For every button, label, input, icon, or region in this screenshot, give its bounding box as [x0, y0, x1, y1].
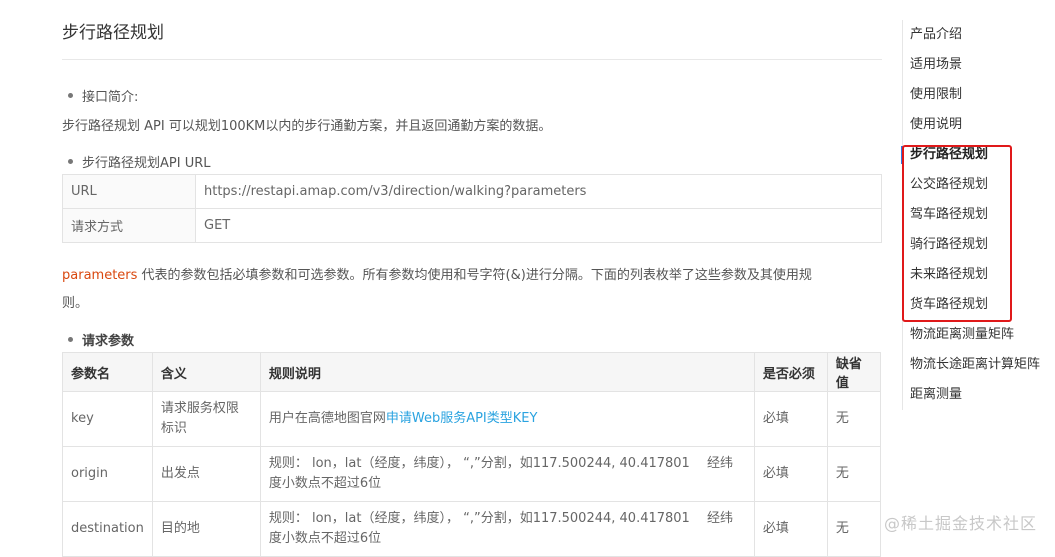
table-row: destination 目的地 规则： lon，lat（经度，纬度）， “,”分… — [62, 501, 881, 557]
url-key: URL — [62, 174, 196, 209]
param-required: 必填 — [753, 446, 828, 502]
parameters-note-line1: 代表的参数包括必填参数和可选参数。所有参数均使用和号字符(&)进行分隔。下面的列… — [137, 268, 812, 283]
param-name: key — [62, 391, 153, 447]
toc-item-truck[interactable]: 货车路径规划 — [903, 290, 1055, 320]
toc-item-distance[interactable]: 距离测量 — [903, 380, 1055, 410]
intro-text: 步行路径规划 API 可以规划100KM以内的步行通勤方案，并且返回通勤方案的数… — [62, 119, 552, 134]
toc-item-usage[interactable]: 使用说明 — [903, 110, 1055, 140]
method-key: 请求方式 — [62, 208, 196, 243]
param-name: destination — [62, 501, 153, 557]
title-divider — [62, 59, 882, 60]
param-rule: 用户在高德地图官网申请Web服务API类型KEY — [259, 391, 755, 447]
table-header-row: 参数名 含义 规则说明 是否必须 缺省值 — [62, 352, 881, 392]
param-meaning: 请求服务权限 标识 — [151, 391, 261, 447]
toc-item-future[interactable]: 未来路径规划 — [903, 260, 1055, 290]
header-required: 是否必须 — [753, 352, 828, 392]
watermark: @稀土掘金技术社区 — [883, 514, 1037, 533]
toc-item-limits[interactable]: 使用限制 — [903, 80, 1055, 110]
param-rule: 规则： lon，lat（经度，纬度）， “,”分割，如117.500244, 4… — [259, 446, 755, 502]
toc-item-scenarios[interactable]: 适用场景 — [903, 50, 1055, 80]
param-meaning: 目的地 — [151, 501, 261, 557]
header-meaning: 含义 — [151, 352, 261, 392]
page-title: 步行路径规划 — [62, 23, 164, 43]
intro-bullet: 接口简介: — [68, 86, 138, 105]
request-params-bullet: 请求参数 — [68, 330, 134, 349]
toc-item-cycling[interactable]: 骑行路径规划 — [903, 230, 1055, 260]
table-of-contents: 产品介绍 适用场景 使用限制 使用说明 步行路径规划 公交路径规划 驾车路径规划… — [901, 20, 1055, 410]
param-default: 无 — [826, 501, 881, 557]
url-table: URL https://restapi.amap.com/v3/directio… — [62, 174, 882, 243]
toc-item-transit[interactable]: 公交路径规划 — [903, 170, 1055, 200]
param-default: 无 — [826, 446, 881, 502]
table-row: 请求方式 GET — [62, 208, 882, 243]
method-value: GET — [195, 208, 882, 243]
toc-item-product-intro[interactable]: 产品介绍 — [903, 20, 1055, 50]
header-rule: 规则说明 — [259, 352, 755, 392]
parameters-note-line2: 则。 — [62, 296, 89, 311]
table-row: origin 出发点 规则： lon，lat（经度，纬度）， “,”分割，如11… — [62, 446, 881, 502]
toc-item-logistics-matrix[interactable]: 物流距离测量矩阵 — [903, 320, 1055, 350]
apply-key-link[interactable]: 申请Web服务API类型KEY — [386, 411, 538, 426]
toc-item-walking[interactable]: 步行路径规划 — [901, 140, 1055, 170]
table-row: key 请求服务权限 标识 用户在高德地图官网申请Web服务API类型KEY 必填… — [62, 391, 881, 447]
parameters-keyword: parameters — [62, 268, 138, 283]
url-section-bullet: 步行路径规划API URL — [68, 152, 211, 171]
param-default: 无 — [826, 391, 881, 447]
request-params-table: 参数名 含义 规则说明 是否必须 缺省值 key 请求服务权限 标识 用户在高德地… — [62, 352, 881, 557]
param-meaning: 出发点 — [151, 446, 261, 502]
param-required: 必填 — [753, 391, 828, 447]
param-name: origin — [62, 446, 153, 502]
toc-item-logistics-long-matrix[interactable]: 物流长途距离计算矩阵 — [903, 350, 1055, 380]
url-value: https://restapi.amap.com/v3/direction/wa… — [195, 174, 882, 209]
parameters-note: parameters 代表的参数包括必填参数和可选参数。所有参数均使用和号字符(… — [62, 262, 812, 318]
param-rule: 规则： lon，lat（经度，纬度）， “,”分割，如117.500244, 4… — [259, 501, 755, 557]
header-default: 缺省值 — [826, 352, 881, 392]
header-param-name: 参数名 — [62, 352, 153, 392]
toc-item-driving[interactable]: 驾车路径规划 — [903, 200, 1055, 230]
table-row: URL https://restapi.amap.com/v3/directio… — [62, 174, 882, 209]
param-required: 必填 — [753, 501, 828, 557]
